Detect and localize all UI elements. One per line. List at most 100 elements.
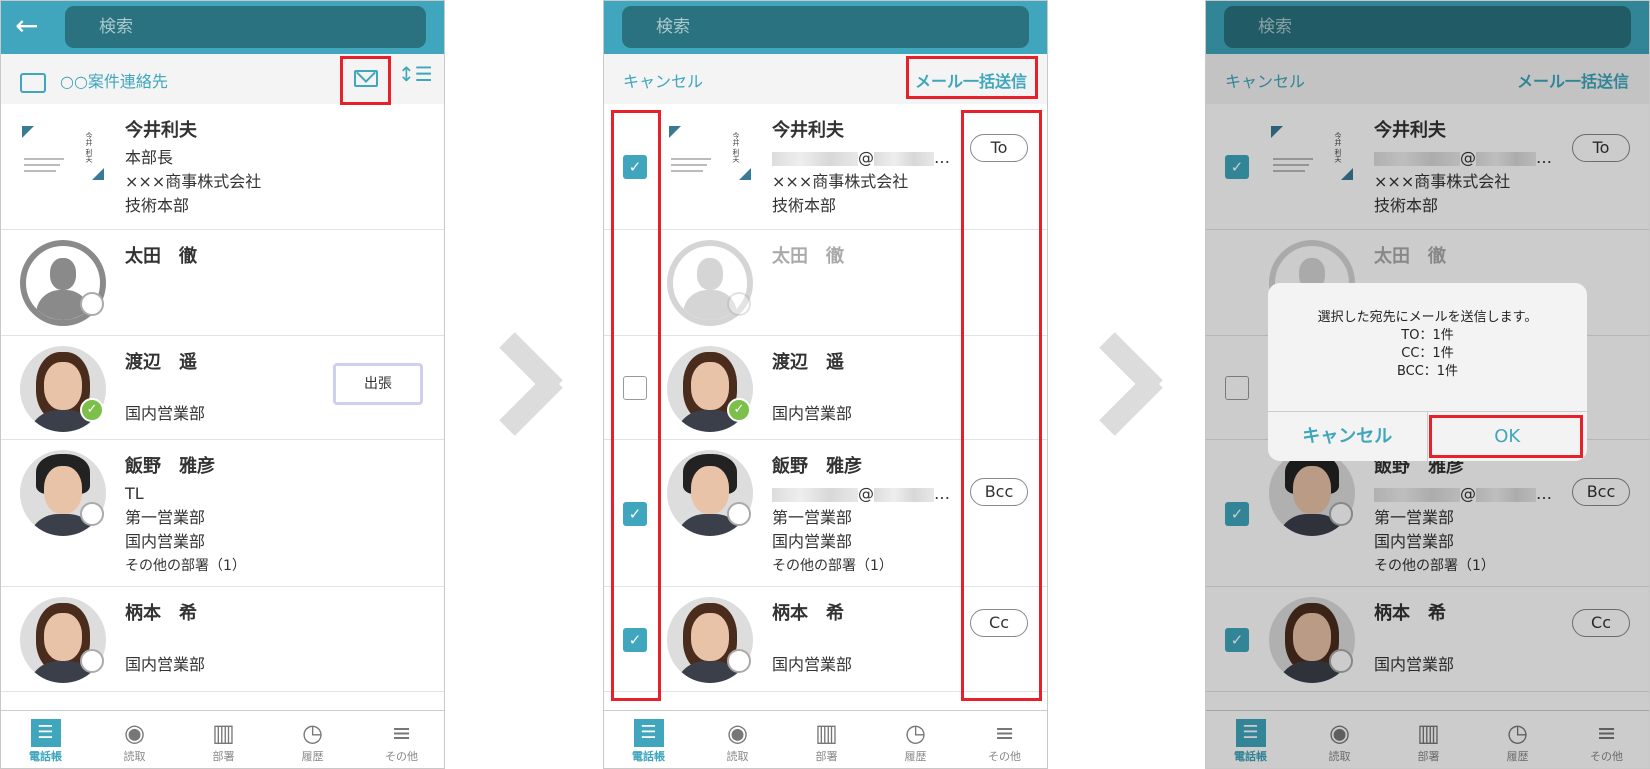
contact-detail: 国内営業部 xyxy=(772,402,852,426)
tab-camera[interactable]: ◉ 読取 xyxy=(693,711,782,768)
contact-row[interactable]: ✓ 渡辺 遥 国内営業部 出張 xyxy=(1,336,444,440)
contact-name: 今井利夫 xyxy=(125,116,261,146)
contact-row[interactable]: 柄本 希 国内営業部 xyxy=(1,587,444,692)
bulk-send-mail-button[interactable]: メール一括送信 xyxy=(915,68,1027,92)
card-name: 今井 利夫 xyxy=(732,132,740,163)
contact-detail-text: 国内営業部 xyxy=(125,655,206,674)
clock-icon: ◷ xyxy=(302,719,323,747)
contact-info: 渡辺 遥 国内営業部 xyxy=(772,348,852,426)
contact-row[interactable]: 今井 利夫 今井利夫 本部長 ×××商事株式会社 技術本部 xyxy=(1,104,444,230)
menu-icon: ≡ xyxy=(391,719,412,747)
bottom-tab-bar: ☰ 電話帳 ◉ 読取 ▥ 部署 ◷ 履歴 ≡ その他 xyxy=(1,710,444,768)
tab-menu[interactable]: ≡ その他 xyxy=(357,711,444,768)
camera-icon: ◉ xyxy=(727,719,748,747)
contact-row[interactable]: ✓ 渡辺 遥 国内営業部 xyxy=(604,336,1047,440)
photo-face xyxy=(691,466,729,514)
select-checkbox[interactable]: ✓ xyxy=(623,501,647,526)
tab-contact-list[interactable]: ☰ 電話帳 xyxy=(604,711,693,768)
search-input[interactable]: 検索 xyxy=(65,6,426,48)
business-card-thumbnail[interactable]: 今井 利夫 xyxy=(667,124,757,184)
contact-row[interactable]: ✓ 柄本 希 国内営業部 Cc xyxy=(604,587,1047,692)
contact-info: 太田 徹 xyxy=(772,242,844,272)
tab-camera[interactable]: ◉ 読取 xyxy=(90,711,179,768)
bottom-tab-bar: ☰ 電話帳 ◉ 読取 ▥ 部署 ◷ 履歴 ≡ その他 xyxy=(604,710,1047,768)
contact-detail-text: 国内営業部 xyxy=(772,532,853,551)
sort-icon[interactable]: ↕☰ xyxy=(398,62,433,86)
contact-row[interactable]: 太田 徹 xyxy=(604,230,1047,336)
contact-row[interactable]: ✓ 今井 利夫 今井利夫 @… ×××商事株式会社 技術本部 To xyxy=(604,104,1047,230)
card-pattern xyxy=(22,126,34,138)
tab-label: 履歴 xyxy=(301,750,324,763)
contact-detail-text: ×××商事株式会社 xyxy=(125,172,262,191)
tab-clock[interactable]: ◷ 履歴 xyxy=(871,711,960,768)
contact-info: 柄本 希 国内営業部 xyxy=(125,599,205,677)
building-icon: ▥ xyxy=(815,719,838,747)
contact-info: 渡辺 遥 国内営業部 xyxy=(125,348,205,426)
tab-building[interactable]: ▥ 部署 xyxy=(179,711,268,768)
card-text-line xyxy=(671,164,707,166)
confirm-dialog: 選択した宛先にメールを送信します。 TO：1件 CC：1件 BCC：1件 キャンセル OK xyxy=(1268,283,1587,461)
contact-row[interactable]: ✓ 飯野 雅彦 @… 第一営業部 国内営業部 その他の部署（1） Bcc xyxy=(604,440,1047,587)
contact-detail-text: ×××商事株式会社 xyxy=(772,172,909,191)
redacted-text xyxy=(772,487,858,502)
status-available-icon: ✓ xyxy=(727,398,751,422)
dialog-buttons: キャンセル OK xyxy=(1268,411,1587,461)
status-icon xyxy=(80,649,104,673)
dialog-line: 選択した宛先にメールを送信します。 xyxy=(1317,310,1538,325)
tab-label: その他 xyxy=(385,750,418,763)
contact-detail: ×××商事株式会社 xyxy=(125,170,261,194)
search-input[interactable]: 検索 xyxy=(622,6,1029,48)
card-text-line xyxy=(24,164,60,166)
cancel-button[interactable]: キャンセル xyxy=(623,68,703,92)
select-checkbox[interactable]: ✓ xyxy=(623,155,647,179)
business-card-thumbnail[interactable]: 今井 利夫 xyxy=(20,124,110,184)
tab-building[interactable]: ▥ 部署 xyxy=(782,711,871,768)
contact-name-text: 柄本 希 xyxy=(772,603,844,624)
tab-label: 部署 xyxy=(815,750,838,763)
contact-row[interactable]: 飯野 雅彦 TL 第一営業部 国内営業部 その他の部署（1） xyxy=(1,440,444,587)
contact-info: 飯野 雅彦 @… 第一営業部 国内営業部 その他の部署（1） xyxy=(772,452,950,578)
dialog-line: BCC：1件 xyxy=(1396,364,1459,379)
status-icon xyxy=(727,649,751,673)
dialog-cancel-button[interactable]: キャンセル xyxy=(1268,412,1428,461)
dialog-ok-button[interactable]: OK xyxy=(1428,412,1588,461)
tab-label: その他 xyxy=(988,750,1021,763)
tab-label: 電話帳 xyxy=(29,750,62,763)
photo-face xyxy=(44,613,82,661)
redacted-text xyxy=(874,487,934,502)
contact-detail-text: その他の部署（1） xyxy=(772,558,893,574)
status-icon xyxy=(80,502,104,526)
photo-face xyxy=(44,466,82,514)
group-name: ○○案件連絡先 xyxy=(20,68,168,93)
menu-icon: ≡ xyxy=(994,719,1015,747)
select-checkbox[interactable]: ✓ xyxy=(623,627,647,652)
tab-label: 電話帳 xyxy=(632,750,665,763)
mail-icon[interactable] xyxy=(354,70,378,87)
contact-detail: ×××商事株式会社 xyxy=(772,170,950,194)
card-pattern xyxy=(92,168,104,180)
status-badge: 出張 xyxy=(333,363,423,405)
back-arrow-icon[interactable]: ← xyxy=(15,11,38,41)
clock-icon: ◷ xyxy=(905,719,926,747)
tab-contact-list[interactable]: ☰ 電話帳 xyxy=(1,711,90,768)
contact-detail: 技術本部 xyxy=(125,194,261,218)
contact-name-text: 飯野 雅彦 xyxy=(125,456,215,477)
tab-menu[interactable]: ≡ その他 xyxy=(960,711,1047,768)
silhouette-head xyxy=(50,258,76,290)
card-name: 今井 利夫 xyxy=(85,132,93,163)
recipient-type-toggle[interactable]: To xyxy=(970,134,1028,162)
recipient-type-toggle[interactable]: Bcc xyxy=(970,478,1028,506)
email-at: @ xyxy=(858,148,874,167)
contact-email: @… xyxy=(772,146,950,170)
ellipsis: … xyxy=(934,484,950,503)
contact-row[interactable]: 太田 徹 xyxy=(1,230,444,336)
recipient-type-toggle[interactable]: Cc xyxy=(970,609,1028,637)
sub-toolbar: キャンセル メール一括送信 xyxy=(604,54,1047,104)
contact-name: 柄本 希 xyxy=(125,599,205,629)
select-checkbox[interactable] xyxy=(623,376,647,400)
status-available-icon: ✓ xyxy=(80,398,104,422)
tab-clock[interactable]: ◷ 履歴 xyxy=(268,711,357,768)
contact-detail xyxy=(125,629,205,653)
contact-detail: 国内営業部 xyxy=(772,653,852,677)
email-at: @ xyxy=(858,484,874,503)
